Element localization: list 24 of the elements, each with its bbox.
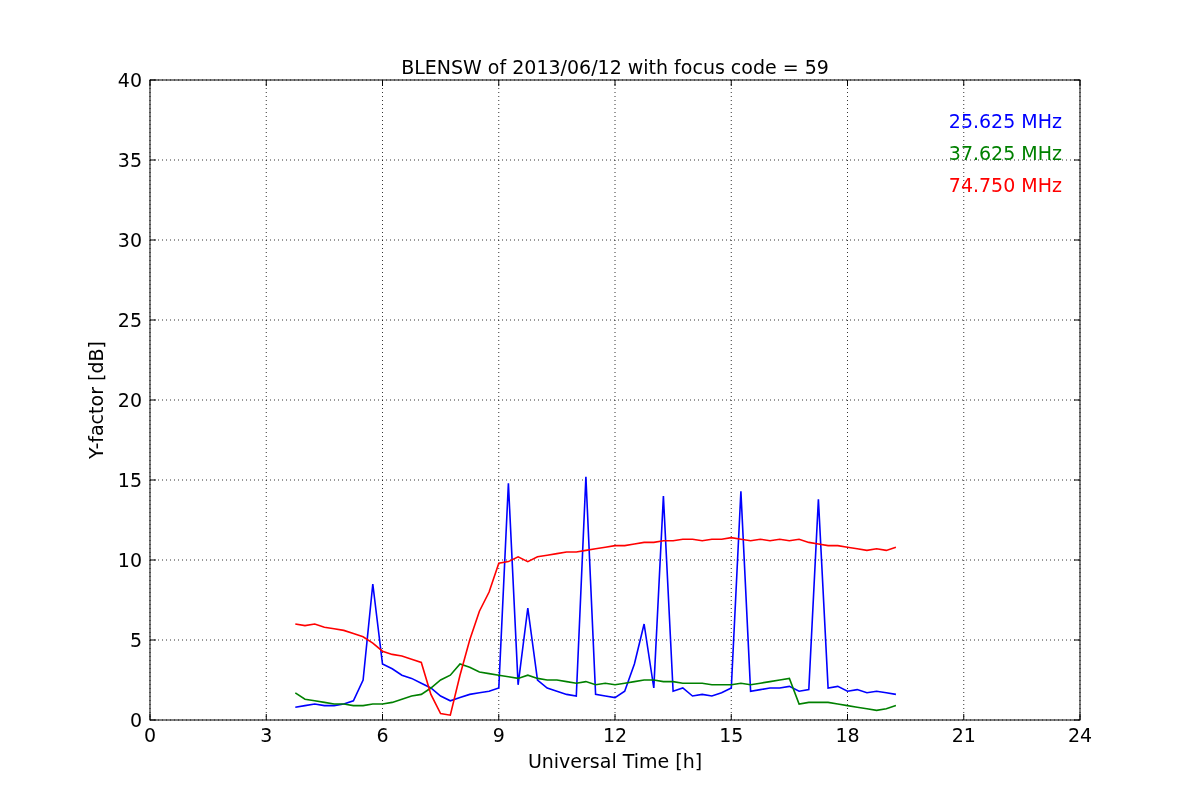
tick-label: 9 (492, 724, 505, 746)
tick-label: 15 (117, 469, 142, 491)
chart-title: BLENSW of 2013/06/12 with focus code = 59 (401, 56, 829, 78)
tick-label: 18 (835, 724, 860, 746)
x-axis-label: Universal Time [h] (527, 750, 703, 772)
tick-label: 5 (129, 629, 142, 651)
legend-label: 25.625 MHz (948, 110, 1062, 132)
tick-label: 30 (117, 229, 142, 251)
tick-label: 20 (117, 389, 142, 411)
tick-label: 21 (951, 724, 976, 746)
tick-label: 3 (260, 724, 273, 746)
legend-label: 37.625 MHz (948, 142, 1062, 164)
tick-label: 35 (117, 149, 142, 171)
tick-label: 0 (129, 709, 142, 731)
tick-label: 24 (1067, 724, 1093, 746)
tick-label: 40 (117, 69, 142, 91)
tick-label: 0 (143, 724, 157, 746)
tick-label: 6 (376, 724, 389, 746)
tick-label: 25 (117, 309, 142, 331)
tick-label: 12 (602, 724, 628, 746)
tick-label: 10 (117, 549, 142, 571)
legend-label: 74.750 MHz (948, 174, 1062, 196)
y-axis-label: Y-factor [dB] (85, 341, 107, 459)
tick-label: 15 (719, 724, 744, 746)
